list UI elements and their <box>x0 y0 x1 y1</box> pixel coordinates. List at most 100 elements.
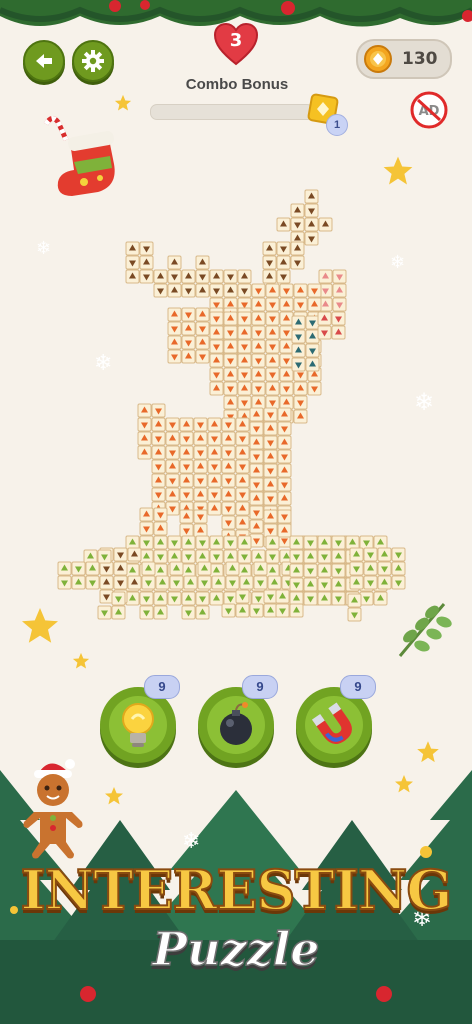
tile[interactable] <box>317 591 332 606</box>
tile[interactable] <box>237 395 252 410</box>
tile[interactable] <box>303 591 318 606</box>
tile[interactable] <box>317 311 332 326</box>
tile[interactable] <box>237 367 252 382</box>
tile[interactable] <box>195 321 210 336</box>
tile[interactable] <box>181 591 196 606</box>
tile[interactable] <box>265 297 280 312</box>
tile[interactable] <box>304 203 319 218</box>
tile[interactable] <box>181 283 196 298</box>
tile[interactable] <box>265 535 280 550</box>
tile[interactable] <box>167 283 182 298</box>
tile[interactable] <box>277 421 292 436</box>
tile[interactable] <box>195 335 210 350</box>
tile[interactable] <box>195 591 210 606</box>
tile[interactable] <box>332 283 347 298</box>
tile[interactable] <box>279 381 294 396</box>
tile[interactable] <box>251 367 266 382</box>
tile[interactable] <box>277 449 292 464</box>
tile[interactable] <box>139 605 154 620</box>
tile[interactable] <box>125 535 140 550</box>
tile[interactable] <box>113 575 128 590</box>
tile[interactable] <box>275 589 290 604</box>
tile[interactable] <box>221 487 236 502</box>
tile[interactable] <box>307 283 322 298</box>
tile[interactable] <box>303 563 318 578</box>
tile[interactable] <box>235 417 250 432</box>
tile[interactable] <box>304 189 319 204</box>
tile[interactable] <box>249 603 264 618</box>
tile[interactable] <box>291 315 306 330</box>
tile[interactable] <box>113 561 128 576</box>
tile[interactable] <box>265 381 280 396</box>
tile[interactable] <box>139 535 154 550</box>
tile[interactable] <box>139 549 154 564</box>
tile[interactable] <box>239 575 254 590</box>
tile[interactable] <box>363 561 378 576</box>
tile[interactable] <box>179 523 194 538</box>
tile[interactable] <box>265 339 280 354</box>
tile[interactable] <box>347 607 362 622</box>
tile[interactable] <box>137 417 152 432</box>
tile[interactable] <box>249 533 264 548</box>
tile[interactable] <box>181 549 196 564</box>
tile[interactable] <box>251 381 266 396</box>
tile[interactable] <box>277 463 292 478</box>
tile[interactable] <box>209 549 224 564</box>
tile[interactable] <box>223 381 238 396</box>
tile[interactable] <box>249 421 264 436</box>
tile[interactable] <box>235 589 250 604</box>
tile[interactable] <box>85 575 100 590</box>
tile[interactable] <box>373 591 388 606</box>
tile[interactable] <box>195 255 210 270</box>
tile[interactable] <box>137 431 152 446</box>
tile[interactable] <box>262 241 277 256</box>
tile[interactable] <box>155 575 170 590</box>
tile[interactable] <box>276 217 291 232</box>
tile[interactable] <box>279 283 294 298</box>
tile[interactable] <box>223 367 238 382</box>
tile[interactable] <box>289 563 304 578</box>
tile[interactable] <box>303 577 318 592</box>
tile[interactable] <box>223 325 238 340</box>
tile[interactable] <box>249 477 264 492</box>
tile[interactable] <box>267 575 282 590</box>
tile[interactable] <box>111 591 126 606</box>
tile[interactable] <box>307 297 322 312</box>
tile[interactable] <box>165 501 180 516</box>
tile[interactable] <box>151 473 166 488</box>
tile[interactable] <box>97 605 112 620</box>
tile[interactable] <box>265 367 280 382</box>
tile[interactable] <box>181 307 196 322</box>
tile[interactable] <box>125 241 140 256</box>
tile[interactable] <box>251 591 266 606</box>
tile[interactable] <box>289 535 304 550</box>
tile[interactable] <box>332 297 347 312</box>
tile[interactable] <box>139 241 154 256</box>
tile[interactable] <box>317 325 332 340</box>
tile[interactable] <box>249 463 264 478</box>
tile[interactable] <box>125 563 140 578</box>
tile[interactable] <box>235 501 250 516</box>
tile[interactable] <box>151 487 166 502</box>
tile[interactable] <box>167 321 182 336</box>
tile[interactable] <box>167 335 182 350</box>
tile[interactable] <box>209 325 224 340</box>
tile[interactable] <box>139 521 154 536</box>
tile[interactable] <box>237 311 252 326</box>
tile[interactable] <box>263 407 278 422</box>
tile[interactable] <box>237 339 252 354</box>
tile[interactable] <box>317 535 332 550</box>
tile[interactable] <box>349 561 364 576</box>
tile[interactable] <box>263 603 278 618</box>
tile[interactable] <box>263 523 278 538</box>
tile[interactable] <box>221 515 236 530</box>
tile[interactable] <box>263 435 278 450</box>
tile[interactable] <box>211 575 226 590</box>
tile[interactable] <box>262 269 277 284</box>
tile[interactable] <box>290 217 305 232</box>
tile[interactable] <box>207 501 222 516</box>
tile[interactable] <box>153 549 168 564</box>
tile[interactable] <box>237 563 252 578</box>
tile[interactable] <box>253 561 268 576</box>
tile[interactable] <box>377 561 392 576</box>
